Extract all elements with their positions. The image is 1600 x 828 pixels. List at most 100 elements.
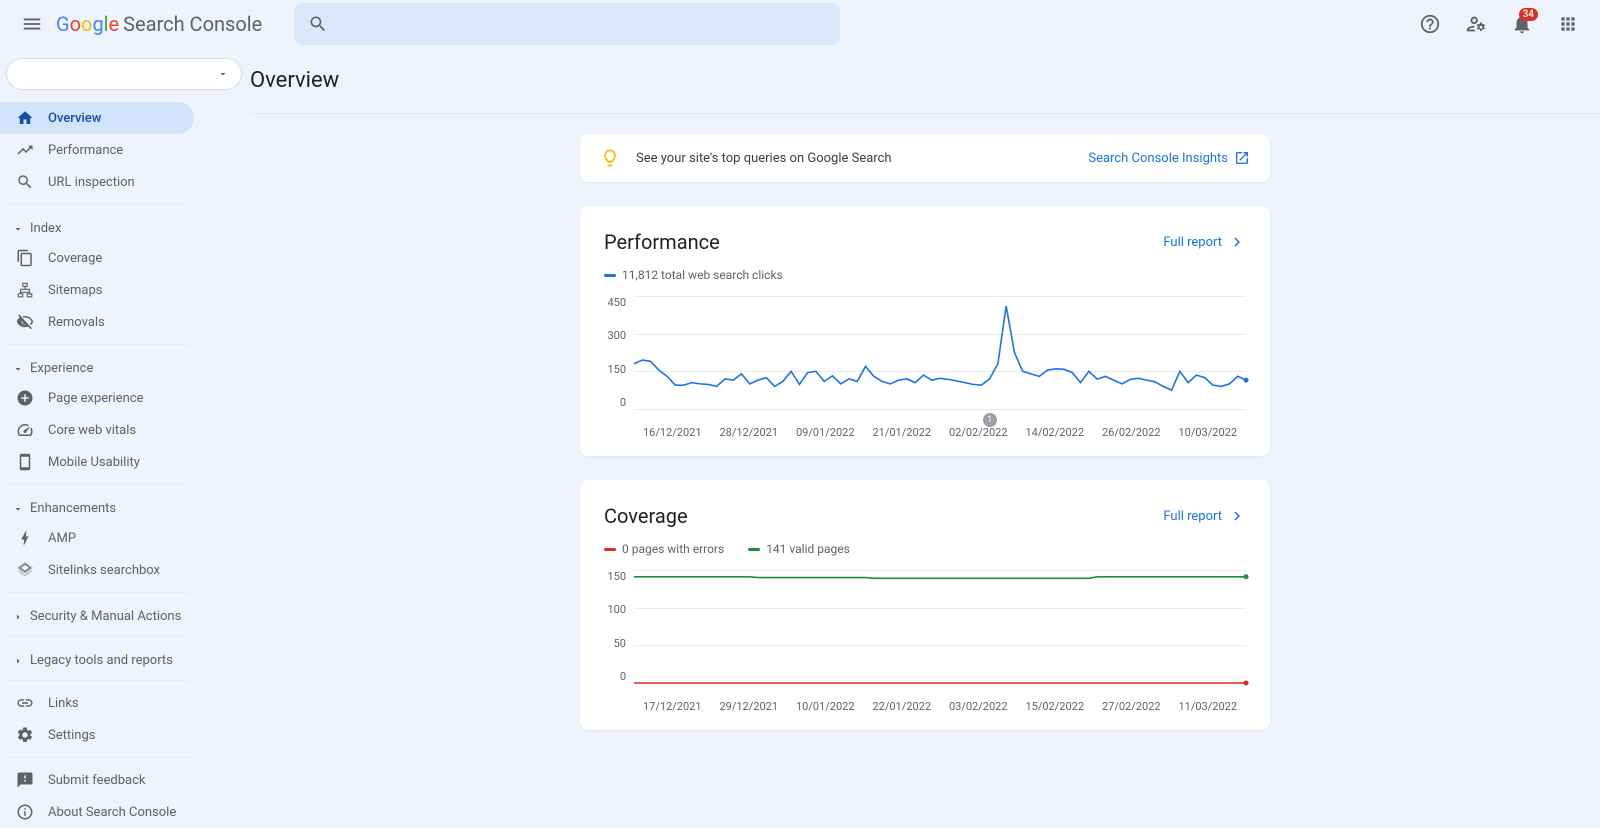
sidebar-item-label: Submit feedback xyxy=(48,773,145,788)
sitemap-icon xyxy=(16,281,34,299)
sidebar-section-legacy[interactable]: Legacy tools and reports xyxy=(0,643,250,674)
sidebar-item-overview[interactable]: Overview xyxy=(0,102,194,134)
chevron-right-icon xyxy=(1228,233,1246,251)
sidebar-item-performance[interactable]: Performance xyxy=(0,134,194,166)
menu-icon xyxy=(21,13,43,35)
search-icon xyxy=(16,173,34,191)
insights-banner: See your site's top queries on Google Se… xyxy=(580,134,1270,182)
search-input[interactable] xyxy=(340,15,826,33)
legend-swatch xyxy=(604,274,616,277)
sidebar-item-page-experience[interactable]: Page experience xyxy=(0,382,194,414)
sidebar-section-label: Index xyxy=(30,221,61,236)
help-button[interactable] xyxy=(1410,4,1450,44)
sidebar-section-security[interactable]: Security & Manual Actions xyxy=(0,599,250,630)
sidebar-item-core-web-vitals[interactable]: Core web vitals xyxy=(0,414,194,446)
full-report-link[interactable]: Full report xyxy=(1163,507,1246,525)
sidebar-item-sitemaps[interactable]: Sitemaps xyxy=(0,274,194,306)
manage-users-button[interactable] xyxy=(1456,4,1496,44)
smartphone-icon xyxy=(16,453,34,471)
main-content: Overview See your site's top queries on … xyxy=(250,48,1600,828)
header-actions: 34 xyxy=(1410,4,1588,44)
sidebar-section-label: Security & Manual Actions xyxy=(30,609,181,624)
sidebar-section-index[interactable]: Index xyxy=(0,211,250,242)
chevron-down-icon xyxy=(12,503,24,515)
sidebar-item-label: Coverage xyxy=(48,251,102,266)
person-gear-icon xyxy=(1465,13,1487,35)
sidebar-item-mobile-usability[interactable]: Mobile Usability xyxy=(0,446,194,478)
apps-button[interactable] xyxy=(1548,4,1588,44)
help-icon xyxy=(1419,13,1441,35)
divider xyxy=(8,636,190,637)
divider xyxy=(8,344,190,345)
sidebar-item-feedback[interactable]: Submit feedback xyxy=(0,764,194,796)
feedback-icon xyxy=(16,771,34,789)
product-name: Search Console xyxy=(123,12,262,36)
page-title: Overview xyxy=(250,48,1600,113)
sidebar-item-label: Settings xyxy=(48,728,95,743)
layers-icon xyxy=(16,561,34,579)
chevron-down-icon xyxy=(217,68,229,80)
search-icon xyxy=(308,14,328,34)
link-text: Full report xyxy=(1163,235,1222,250)
sidebar-item-label: Links xyxy=(48,696,79,711)
chevron-down-icon xyxy=(12,363,24,375)
sidebar-item-amp[interactable]: AMP xyxy=(0,522,194,554)
divider xyxy=(8,757,190,758)
sidebar-item-sitelinks[interactable]: Sitelinks searchbox xyxy=(0,554,194,586)
insights-link[interactable]: Search Console Insights xyxy=(1088,150,1250,166)
link-text: Search Console Insights xyxy=(1088,151,1228,166)
legend-swatch xyxy=(604,548,616,551)
legend-item-valid: 141 valid pages xyxy=(748,542,850,556)
chart-legend: 0 pages with errors 141 valid pages xyxy=(604,542,1246,556)
full-report-link[interactable]: Full report xyxy=(1163,233,1246,251)
event-marker[interactable]: 1 xyxy=(983,413,997,427)
legend-label: 11,812 total web search clicks xyxy=(622,268,783,282)
sidebar-item-coverage[interactable]: Coverage xyxy=(0,242,194,274)
sidebar-item-label: URL inspection xyxy=(48,175,135,190)
sidebar-section-enhancements[interactable]: Enhancements xyxy=(0,491,250,522)
sidebar-item-about[interactable]: About Search Console xyxy=(0,796,194,828)
divider xyxy=(8,680,190,681)
chevron-right-icon xyxy=(12,611,24,623)
hamburger-menu-button[interactable] xyxy=(12,4,52,44)
sidebar-item-label: Removals xyxy=(48,315,105,330)
app-header: Google Search Console 34 xyxy=(0,0,1600,48)
divider xyxy=(8,484,190,485)
coverage-chart: 15010050017/12/202129/12/202110/01/20222… xyxy=(604,570,1246,710)
sidebar-item-links[interactable]: Links xyxy=(0,687,194,719)
sidebar-item-url-inspection[interactable]: URL inspection xyxy=(0,166,194,198)
sidebar-section-label: Enhancements xyxy=(30,501,116,516)
speed-icon xyxy=(16,421,34,439)
coverage-card: Coverage Full report 0 pages with errors… xyxy=(580,480,1270,730)
gear-icon xyxy=(16,726,34,744)
divider xyxy=(8,592,190,593)
open-in-new-icon xyxy=(1234,150,1250,166)
legend-label: 141 valid pages xyxy=(766,542,850,556)
bolt-icon xyxy=(16,529,34,547)
link-icon xyxy=(16,694,34,712)
performance-chart: 4503001500116/12/202128/12/202109/01/202… xyxy=(604,296,1246,436)
plus-circle-icon xyxy=(16,389,34,407)
info-icon xyxy=(16,803,34,821)
chevron-down-icon xyxy=(12,223,24,235)
card-title: Coverage xyxy=(604,504,1163,528)
sidebar-section-experience[interactable]: Experience xyxy=(0,351,250,382)
sidebar-item-label: Sitemaps xyxy=(48,283,103,298)
property-selector[interactable] xyxy=(6,58,242,90)
sidebar: Overview Performance URL inspection Inde… xyxy=(0,48,250,828)
google-logo-text: Google xyxy=(56,12,119,36)
product-logo[interactable]: Google Search Console xyxy=(56,12,262,36)
sidebar-item-settings[interactable]: Settings xyxy=(0,719,194,751)
chevron-right-icon xyxy=(1228,507,1246,525)
card-title: Performance xyxy=(604,230,1163,254)
search-bar[interactable] xyxy=(294,3,840,45)
sidebar-item-removals[interactable]: Removals xyxy=(0,306,194,338)
sidebar-section-label: Experience xyxy=(30,361,93,376)
insights-message: See your site's top queries on Google Se… xyxy=(636,151,1088,166)
notifications-button[interactable]: 34 xyxy=(1502,4,1542,44)
legend-item-errors: 0 pages with errors xyxy=(604,542,724,556)
sidebar-item-label: Performance xyxy=(48,143,123,158)
chart-legend: 11,812 total web search clicks xyxy=(604,268,1246,282)
sidebar-item-label: Page experience xyxy=(48,391,144,406)
divider xyxy=(250,113,1600,114)
